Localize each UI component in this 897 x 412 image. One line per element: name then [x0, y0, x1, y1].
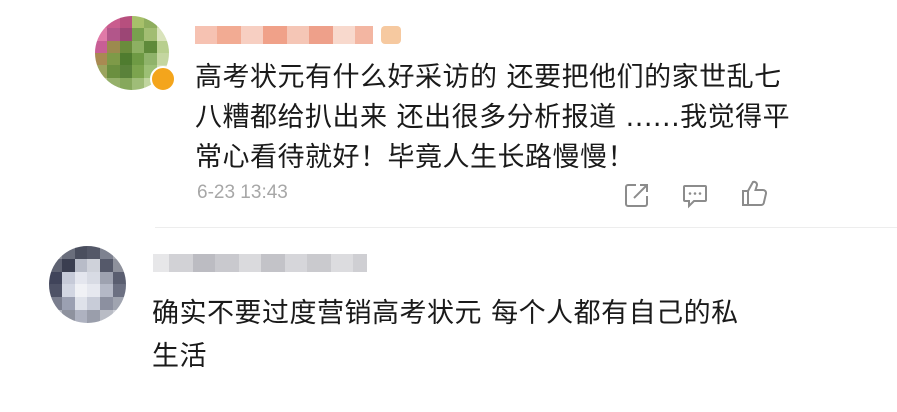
like-icon[interactable]	[739, 178, 769, 208]
nickname[interactable]	[195, 22, 401, 48]
verified-badge-icon	[150, 66, 176, 92]
comment-time: 6-23 13:43	[197, 182, 288, 203]
reply-icon[interactable]	[680, 180, 710, 210]
comment-item: 确实不要过度营销高考状元 每个人都有自己的私 生活	[0, 228, 897, 412]
avatar[interactable]	[49, 246, 126, 323]
share-icon[interactable]	[622, 180, 652, 210]
comment-text: 确实不要过度营销高考状元 每个人都有自己的私 生活	[152, 298, 739, 372]
comment-item: 高考状元有什么好采访的 还要把他们的家世乱七 八糟都给扒出来 还出很多分析报道 …	[0, 0, 897, 228]
comment-text: 高考状元有什么好采访的 还要把他们的家世乱七 八糟都给扒出来 还出很多分析报道 …	[195, 62, 791, 173]
nickname[interactable]	[153, 250, 367, 276]
